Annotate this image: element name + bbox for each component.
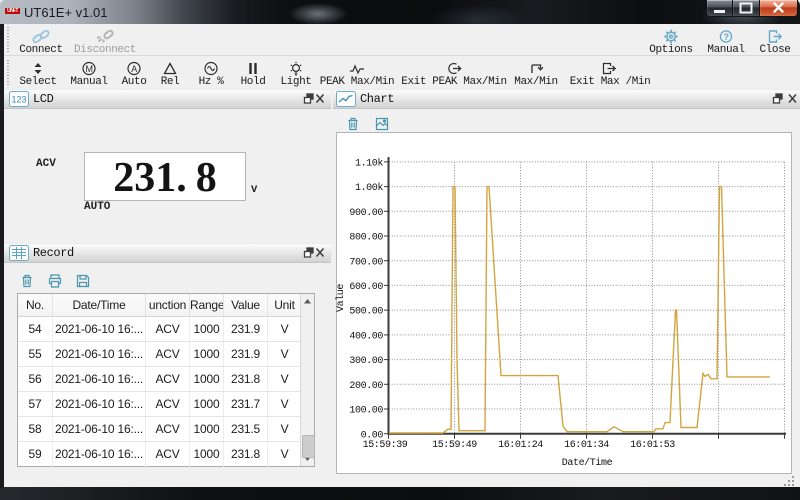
svg-text:500.00: 500.00 [349, 307, 383, 318]
svg-text:100.00: 100.00 [349, 406, 383, 417]
svg-text:16:01:53: 16:01:53 [630, 440, 675, 451]
svg-text:900.00: 900.00 [349, 208, 383, 219]
svg-text:15:59:49: 15:59:49 [432, 440, 477, 451]
svg-text:16:01:24: 16:01:24 [498, 440, 543, 451]
svg-text:Value: Value [335, 284, 347, 312]
svg-text:16:01:34: 16:01:34 [564, 440, 609, 451]
svg-text:600.00: 600.00 [349, 282, 383, 293]
svg-text:800.00: 800.00 [349, 233, 383, 244]
svg-text:1.10k: 1.10k [355, 158, 383, 170]
svg-text:400.00: 400.00 [349, 332, 383, 343]
svg-text:700.00: 700.00 [349, 257, 383, 268]
svg-text:15:59:39: 15:59:39 [363, 440, 408, 451]
svg-text:Date/Time: Date/Time [562, 457, 613, 469]
svg-text:200.00: 200.00 [349, 381, 383, 392]
svg-text:300.00: 300.00 [349, 356, 383, 367]
svg-text:1.00k: 1.00k [355, 182, 383, 194]
